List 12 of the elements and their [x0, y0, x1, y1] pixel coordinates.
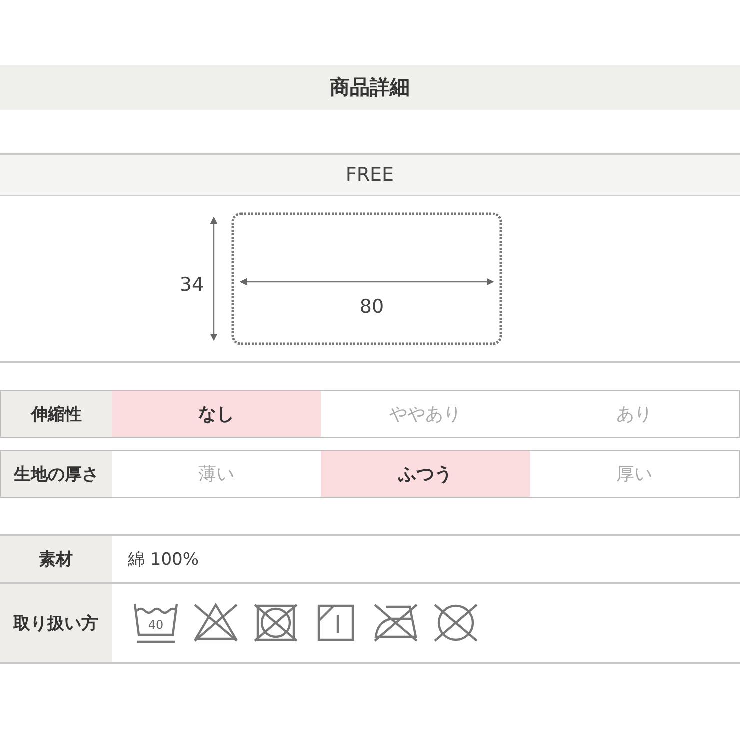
rating-option: なし: [112, 391, 321, 437]
row-label: 素材: [0, 536, 112, 582]
height-value: 34: [180, 274, 204, 296]
row-label: 伸縮性: [0, 391, 112, 437]
material-value: 綿 100%: [128, 548, 200, 570]
row-label: 取り扱い方: [0, 584, 112, 662]
width-value: 80: [360, 296, 384, 318]
temperature-label: 40: [148, 618, 164, 632]
rating-option: ふつう: [321, 451, 530, 497]
row-label: 生地の厚さ: [0, 451, 112, 497]
page-title: 商品詳細: [330, 74, 410, 101]
size-label: FREE: [346, 164, 394, 186]
